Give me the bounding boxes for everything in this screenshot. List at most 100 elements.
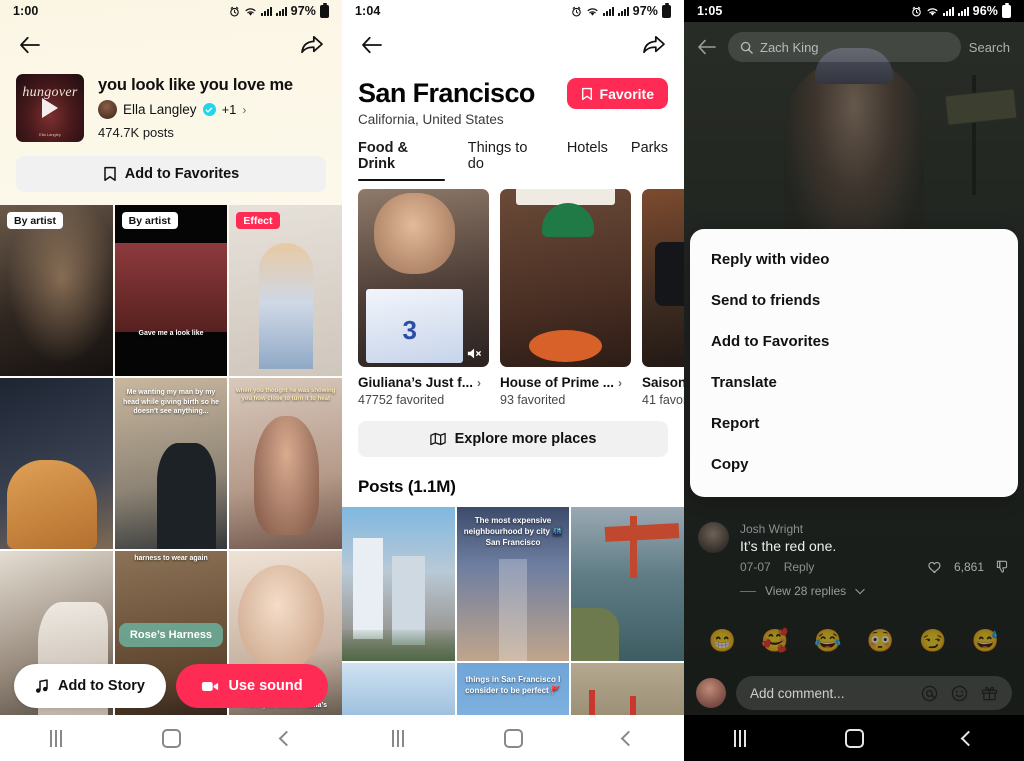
menu-item-copy[interactable]: Copy (690, 444, 1018, 485)
tab-hotels[interactable]: Hotels (567, 140, 608, 181)
place-name: Giuliana’s Just f... (358, 375, 474, 390)
play-icon (42, 98, 58, 118)
emoji-smirk[interactable]: 😏 (919, 628, 946, 654)
video-cell[interactable]: when you thought he was showing you how … (229, 377, 342, 549)
search-input[interactable]: Zach King (728, 32, 961, 62)
posts-section-header: Posts (1.1M) (358, 477, 456, 496)
video-cell[interactable]: By artist (0, 205, 113, 376)
tab-things-to-do[interactable]: Things to do (468, 140, 544, 181)
menu-item-send-to-friends[interactable]: Send to friends (690, 280, 1018, 321)
battery-percent: 97% (290, 4, 316, 18)
video-cell[interactable]: Effect (229, 205, 342, 376)
menu-item-translate[interactable]: Translate (690, 362, 1018, 403)
tab-food-and-drink[interactable]: Food & Drink (358, 140, 445, 181)
alarm-icon (229, 6, 240, 17)
add-to-favorites-button[interactable]: Add to Favorites (16, 156, 326, 192)
add-comment-input[interactable]: Add comment... (736, 676, 1012, 710)
video-cell[interactable]: Me wanting my man by my head while givin… (114, 377, 228, 549)
home-icon[interactable] (162, 728, 181, 748)
emoji-joy[interactable]: 😂 (814, 628, 841, 654)
sound-title: you look like you love me (98, 76, 293, 94)
signal-icon (260, 6, 272, 16)
music-note-icon (35, 678, 49, 694)
comment-author[interactable]: Josh Wright (740, 522, 1010, 536)
emoji-smiling-hearts[interactable]: 🥰 (761, 628, 788, 654)
page-title: San Francisco (358, 78, 535, 108)
back-icon[interactable] (961, 730, 977, 746)
home-icon[interactable] (504, 728, 523, 748)
place-card[interactable]: 3 Giuliana’s Just f... › 47752 favorited (358, 189, 489, 407)
recents-icon[interactable] (392, 729, 404, 747)
post-cell[interactable] (342, 507, 455, 661)
emoji-icon[interactable] (951, 685, 968, 702)
comment-reactions: 6,861 (928, 560, 1010, 574)
comment-input-bar: Add comment... (684, 672, 1024, 714)
emoji-flushed[interactable]: 😳 (867, 628, 894, 654)
favorite-button[interactable]: Favorite (566, 78, 668, 109)
place-card[interactable]: House of Prime ... › 93 favorited (500, 189, 631, 407)
heart-icon[interactable] (928, 561, 942, 574)
places-carousel[interactable]: 3 Giuliana’s Just f... › 47752 favorited (342, 181, 684, 407)
back-icon[interactable] (620, 730, 637, 746)
recents-icon[interactable] (50, 729, 62, 747)
back-arrow-icon[interactable] (358, 31, 386, 59)
chevron-down-icon (855, 588, 865, 595)
back-arrow-icon[interactable] (16, 31, 44, 59)
android-nav-bar (684, 715, 1024, 761)
sound-action-bar: Add to Story Use sound (0, 657, 342, 715)
recents-icon[interactable] (733, 729, 746, 747)
back-icon[interactable] (278, 730, 295, 746)
mention-icon[interactable] (921, 685, 938, 702)
android-nav-bar (342, 715, 684, 761)
video-cell[interactable]: By artist Gave me a look like (114, 205, 228, 376)
avatar[interactable] (698, 522, 729, 553)
gift-icon[interactable] (981, 685, 998, 701)
use-sound-button[interactable]: Use sound (176, 664, 328, 708)
place-thumbnail[interactable]: 3 (358, 189, 489, 367)
search-button[interactable]: Search (969, 40, 1014, 55)
use-sound-label: Use sound (228, 678, 303, 694)
view-replies-button[interactable]: View 28 replies (740, 584, 1010, 598)
post-cell[interactable] (571, 507, 684, 661)
explore-more-places-button[interactable]: Explore more places (358, 421, 668, 457)
place-tabs: Food & Drink Things to do Hotels Parks (342, 127, 684, 181)
home-icon[interactable] (844, 728, 864, 748)
place-thumbnail[interactable] (500, 189, 631, 367)
post-cell[interactable]: The most expensive neighbourhood by city… (456, 507, 570, 661)
dislike-icon[interactable] (996, 560, 1010, 574)
signal-icon (275, 6, 287, 16)
tab-parks[interactable]: Parks (631, 140, 668, 181)
share-arrow-icon[interactable] (298, 31, 326, 59)
menu-item-add-to-favorites[interactable]: Add to Favorites (690, 321, 1018, 362)
action-sheet: Reply with video Send to friends Add to … (690, 229, 1018, 497)
back-arrow-icon[interactable] (694, 39, 720, 55)
status-icons: 97% (229, 2, 329, 18)
place-thumbnail[interactable] (642, 189, 684, 367)
menu-item-reply-with-video[interactable]: Reply with video (690, 239, 1018, 280)
sound-header: hungover Ella Langley you look like you … (0, 68, 342, 142)
comment-text: It’s the red one. (740, 538, 837, 554)
map-icon (429, 432, 446, 446)
wifi-icon (926, 6, 939, 17)
add-to-story-button[interactable]: Add to Story (14, 664, 166, 708)
album-cover[interactable]: hungover Ella Langley (16, 74, 84, 142)
comment-item: Josh Wright It’s the red one. 07-07 Repl… (684, 522, 1024, 598)
battery-icon (662, 2, 671, 18)
wifi-icon (586, 6, 599, 17)
city-header-row: San Francisco Favorite (342, 68, 684, 109)
add-comment-placeholder: Add comment... (750, 685, 845, 701)
menu-item-report[interactable]: Report (690, 403, 1018, 444)
place-card[interactable]: Saison 41 favor (642, 189, 684, 407)
android-nav-bar (0, 715, 342, 761)
chevron-right-icon: › (242, 102, 247, 117)
place-favorited-count: 41 favor (642, 393, 684, 407)
emoji-sweat-smile[interactable]: 😅 (972, 628, 999, 654)
artist-row[interactable]: Ella Langley +1 › (98, 100, 293, 119)
comment-date: 07-07 (740, 560, 771, 574)
avatar[interactable] (696, 678, 726, 708)
share-arrow-icon[interactable] (640, 31, 668, 59)
video-cell[interactable] (0, 377, 113, 549)
mute-icon (467, 347, 482, 360)
comment-reply-button[interactable]: Reply (784, 560, 815, 574)
emoji-grin[interactable]: 😁 (709, 628, 736, 654)
